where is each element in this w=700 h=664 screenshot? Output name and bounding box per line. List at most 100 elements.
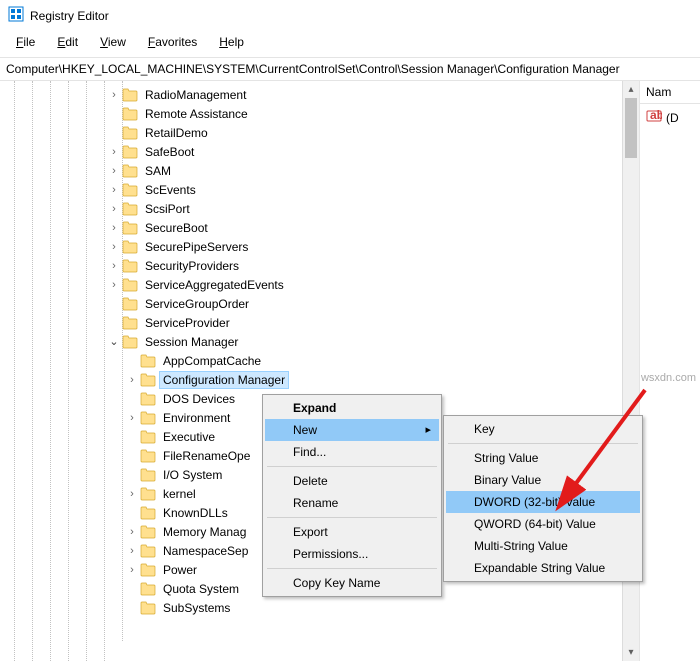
new-string-value[interactable]: String Value — [446, 447, 640, 469]
expand-toggle[interactable]: › — [108, 89, 120, 101]
folder-icon — [122, 126, 138, 140]
scroll-thumb[interactable] — [625, 98, 637, 158]
tree-item[interactable]: ›RadioManagement — [0, 85, 639, 104]
folder-icon — [122, 202, 138, 216]
menu-edit[interactable]: Edit — [47, 33, 88, 51]
context-submenu-new: Key String Value Binary Value DWORD (32-… — [443, 415, 643, 582]
tree-item-label: SecurePipeServers — [142, 239, 251, 255]
expand-toggle[interactable]: › — [126, 545, 138, 557]
folder-icon — [140, 582, 156, 596]
menu-favorites[interactable]: Favorites — [138, 33, 207, 51]
tree-item[interactable]: ⌄ Session Manager — [0, 332, 639, 351]
folder-icon — [122, 259, 138, 273]
separator — [267, 517, 437, 518]
folder-icon — [140, 506, 156, 520]
folder-icon — [140, 544, 156, 558]
menu-file[interactable]: File — [6, 33, 45, 51]
ctx-expand[interactable]: Expand — [265, 397, 439, 419]
tree-item-label: Remote Assistance — [142, 106, 251, 122]
expand-toggle[interactable]: › — [126, 412, 138, 424]
tree-item-label: DOS Devices — [160, 391, 238, 407]
address-bar[interactable]: Computer\HKEY_LOCAL_MACHINE\SYSTEM\Curre… — [0, 58, 700, 81]
tree-item[interactable]: ›ScsiPort — [0, 199, 639, 218]
folder-icon — [140, 354, 156, 368]
tree-item-label: ServiceAggregatedEvents — [142, 277, 287, 293]
folder-icon — [140, 392, 156, 406]
folder-icon — [122, 240, 138, 254]
tree-item-label: Configuration Manager — [160, 372, 288, 388]
expand-toggle[interactable]: › — [108, 203, 120, 215]
scroll-down-button[interactable]: ▾ — [623, 644, 639, 661]
tree-item-label: Session Manager — [142, 334, 241, 350]
tree-item-label: Quota System — [160, 581, 242, 597]
separator — [267, 568, 437, 569]
menu-bar: File Edit View Favorites Help — [0, 31, 700, 58]
folder-icon — [140, 411, 156, 425]
new-qword-value[interactable]: QWORD (64-bit) Value — [446, 513, 640, 535]
tree-item[interactable]: › SecurityProviders — [0, 256, 639, 275]
value-row-default[interactable]: ab (D — [640, 104, 700, 131]
folder-icon — [140, 487, 156, 501]
ctx-rename[interactable]: Rename — [265, 492, 439, 514]
tree-item[interactable]: AppCompatCache — [0, 351, 639, 370]
value-pane: Nam ab (D — [640, 81, 700, 661]
value-column-header[interactable]: Nam — [640, 81, 700, 104]
tree-item[interactable]: ServiceGroupOrder — [0, 294, 639, 313]
folder-icon — [122, 335, 138, 349]
folder-icon — [140, 601, 156, 615]
separator — [448, 443, 638, 444]
ctx-copy-key-name[interactable]: Copy Key Name — [265, 572, 439, 594]
folder-icon — [140, 563, 156, 577]
ctx-delete[interactable]: Delete — [265, 470, 439, 492]
tree-item[interactable]: ServiceProvider — [0, 313, 639, 332]
expand-toggle[interactable]: › — [108, 279, 120, 291]
folder-icon — [140, 449, 156, 463]
folder-icon — [140, 525, 156, 539]
tree-item[interactable]: Remote Assistance — [0, 104, 639, 123]
expand-toggle[interactable]: › — [108, 146, 120, 158]
tree-item[interactable]: ›SAM — [0, 161, 639, 180]
tree-item[interactable]: › ServiceAggregatedEvents — [0, 275, 639, 294]
folder-icon — [140, 468, 156, 482]
tree-item[interactable]: ›ScEvents — [0, 180, 639, 199]
ctx-permissions[interactable]: Permissions... — [265, 543, 439, 565]
expand-toggle[interactable]: › — [126, 488, 138, 500]
expand-toggle[interactable]: › — [108, 165, 120, 177]
tree-item-label: I/O System — [160, 467, 225, 483]
ctx-export[interactable]: Export — [265, 521, 439, 543]
new-binary-value[interactable]: Binary Value — [446, 469, 640, 491]
expand-toggle[interactable]: › — [126, 564, 138, 576]
new-key[interactable]: Key — [446, 418, 640, 440]
expand-toggle[interactable]: › — [108, 241, 120, 253]
new-dword-value[interactable]: DWORD (32-bit) Value — [446, 491, 640, 513]
expand-toggle[interactable]: › — [108, 222, 120, 234]
tree-item[interactable]: RetailDemo — [0, 123, 639, 142]
folder-icon — [122, 297, 138, 311]
expand-toggle[interactable]: ⌄ — [108, 335, 120, 348]
expand-toggle[interactable]: › — [126, 526, 138, 538]
app-icon — [8, 6, 24, 25]
scroll-up-button[interactable]: ▴ — [623, 81, 639, 98]
tree-item-label: ServiceProvider — [142, 315, 233, 331]
ctx-find[interactable]: Find... — [265, 441, 439, 463]
svg-text:ab: ab — [650, 108, 662, 122]
menu-view[interactable]: View — [90, 33, 136, 51]
expand-toggle[interactable]: › — [108, 260, 120, 272]
ctx-new[interactable]: New — [265, 419, 439, 441]
expand-toggle[interactable]: › — [108, 184, 120, 196]
tree-item[interactable]: › SafeBoot — [0, 142, 639, 161]
folder-icon — [122, 88, 138, 102]
tree-item-label: SecurityProviders — [142, 258, 242, 274]
new-multi-string-value[interactable]: Multi-String Value — [446, 535, 640, 557]
tree-item[interactable]: ›SecureBoot — [0, 218, 639, 237]
expand-toggle[interactable]: › — [126, 374, 138, 386]
folder-icon — [122, 316, 138, 330]
tree-item[interactable]: SubSystems — [0, 598, 639, 617]
value-row-label: (D — [666, 111, 679, 125]
new-expandable-string-value[interactable]: Expandable String Value — [446, 557, 640, 579]
menu-help[interactable]: Help — [209, 33, 254, 51]
tree-item[interactable]: › Configuration Manager — [0, 370, 639, 389]
tree-item[interactable]: › SecurePipeServers — [0, 237, 639, 256]
tree-item-label: SubSystems — [160, 600, 233, 616]
tree-item-label: SafeBoot — [142, 144, 197, 160]
